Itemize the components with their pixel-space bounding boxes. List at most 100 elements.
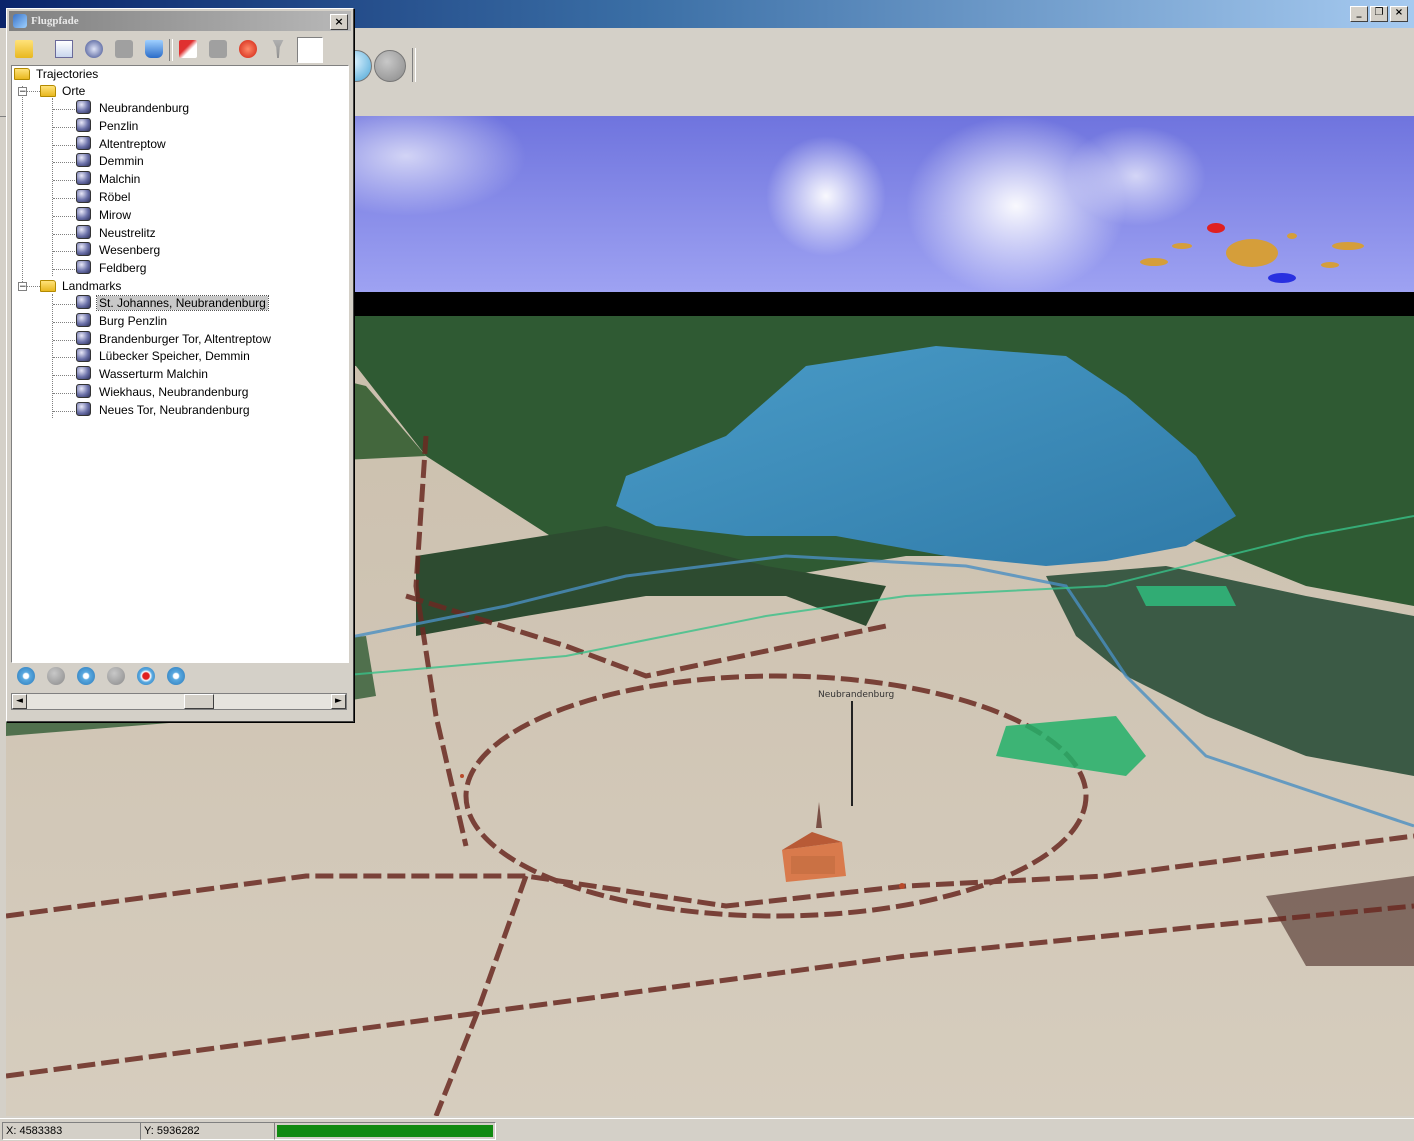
play-icon[interactable] — [17, 667, 35, 685]
tree-line — [53, 357, 75, 359]
tree-item-label: Malchin — [99, 172, 141, 187]
flugpfade-title-bar[interactable]: Flugpfade × — [9, 11, 351, 31]
horizontal-scrollbar[interactable]: ◄ ► — [11, 693, 347, 710]
stop-icon[interactable] — [107, 667, 125, 685]
x-coordinate: X: 4583383 — [2, 1122, 141, 1140]
tree-item-label: Penzlin — [99, 118, 139, 133]
scroll-right-button[interactable]: ► — [331, 694, 346, 709]
tree-root[interactable]: Trajectories — [14, 66, 100, 83]
record-icon[interactable] — [374, 50, 406, 82]
scroll-thumb[interactable] — [184, 694, 214, 709]
tree-item[interactable]: Wiekhaus, Neubrandenburg — [76, 384, 250, 401]
folder-icon — [40, 280, 56, 292]
tree-line — [53, 126, 75, 128]
globe-icon — [76, 189, 91, 203]
record-icon[interactable] — [137, 667, 155, 685]
tree-group-orte[interactable]: Orte — [40, 83, 87, 100]
expander-landmarks[interactable]: − — [18, 282, 27, 292]
document-icon[interactable] — [55, 40, 73, 58]
tree-item[interactable]: Brandenburger Tor, Altentreptow — [76, 330, 273, 348]
minimize-button[interactable]: _ — [1350, 6, 1368, 22]
globe-icon — [76, 384, 91, 398]
tree-item-label: Altentreptow — [99, 136, 166, 151]
tree-item[interactable]: Lübecker Speicher, Demmin — [76, 348, 252, 365]
globe-icon — [76, 224, 91, 239]
tree-item[interactable]: Feldberg — [76, 260, 148, 277]
tree-item[interactable]: Malchin — [76, 171, 142, 188]
forward-icon[interactable] — [77, 667, 95, 685]
tree-item[interactable]: Mirow — [76, 206, 133, 224]
globe-icon — [76, 330, 91, 345]
tree-item[interactable]: Burg Penzlin — [76, 312, 169, 330]
tree-item-label: Neues Tor, Neubrandenburg — [99, 402, 250, 417]
tree-line — [52, 294, 53, 418]
tree-item[interactable]: Neustrelitz — [76, 224, 158, 242]
bucket-icon[interactable] — [145, 40, 163, 58]
globe-icon — [76, 206, 91, 221]
tree-line — [53, 109, 75, 110]
tree-item[interactable]: Neues Tor, Neubrandenburg — [76, 401, 252, 419]
progress-bar — [274, 1122, 496, 1140]
y-coordinate: Y: 5936282 — [140, 1122, 275, 1140]
tree-item-label: Demmin — [99, 154, 144, 169]
globe-icon — [76, 153, 91, 168]
tree-item[interactable]: Penzlin — [76, 117, 140, 135]
tree-item-label: Mirow — [99, 207, 131, 222]
tree-item-label: Lübecker Speicher, Demmin — [99, 349, 250, 364]
tree-item-label: Wasserturm Malchin — [99, 367, 208, 382]
tree-line — [53, 144, 75, 146]
tree-item[interactable]: Wesenberg — [76, 242, 162, 259]
pause-icon[interactable] — [47, 667, 65, 685]
pencil-icon[interactable] — [179, 40, 197, 58]
tree-item-label: St. Johannes, Neubrandenburg — [96, 295, 269, 311]
flugpfade-window[interactable]: Flugpfade × Trajectories − Orte − Landma… — [6, 8, 354, 722]
restore-button[interactable]: ❐ — [1370, 6, 1388, 22]
scroll-left-button[interactable]: ◄ — [12, 694, 27, 709]
folder-open-icon[interactable] — [15, 40, 33, 58]
globe-icon — [76, 117, 91, 132]
tree-line — [53, 162, 75, 164]
layer-icon[interactable] — [115, 40, 133, 58]
trajectory-tree[interactable]: Trajectories − Orte − Landmarks Neubrand… — [11, 65, 349, 663]
folder-icon — [14, 68, 30, 80]
tree-item[interactable]: Wasserturm Malchin — [76, 366, 210, 383]
tree-line — [53, 304, 75, 305]
globe-icon — [76, 242, 91, 257]
tree-item[interactable]: St. Johannes, Neubrandenburg — [76, 295, 269, 312]
flugpfade-close-button[interactable]: × — [330, 14, 348, 30]
stop-icon[interactable] — [209, 40, 227, 58]
tree-line — [53, 180, 75, 182]
color-swatch[interactable] — [297, 37, 323, 63]
city-label: Neubrandenburg — [818, 690, 895, 700]
tree-item-label: Feldberg — [99, 261, 147, 276]
tree-group-landmarks[interactable]: Landmarks — [40, 278, 123, 295]
tree-line — [53, 251, 75, 253]
toolbar-separator — [412, 48, 416, 82]
gear-icon[interactable] — [85, 40, 103, 58]
tree-line — [53, 375, 75, 377]
tree-item-label: Wiekhaus, Neubrandenburg — [99, 385, 249, 399]
progress-fill — [277, 1125, 493, 1137]
loop-icon[interactable] — [167, 667, 185, 685]
tree-item[interactable]: Röbel — [76, 189, 132, 206]
delete-icon[interactable] — [239, 40, 257, 58]
tree-item-label: Wesenberg — [99, 243, 161, 258]
globe-icon — [76, 171, 91, 186]
globe-icon — [76, 295, 91, 309]
close-button[interactable]: × — [1390, 6, 1408, 22]
globe-icon — [76, 401, 91, 416]
window-controls: _ ❐ × — [1350, 6, 1408, 22]
globe-icon — [76, 312, 91, 327]
tree-item[interactable]: Altentreptow — [76, 135, 168, 153]
tree-line — [22, 86, 23, 282]
pin-icon[interactable] — [272, 40, 284, 58]
expander-orte[interactable]: − — [18, 87, 27, 97]
tree-item[interactable]: Demmin — [76, 153, 146, 170]
globe-icon — [76, 135, 91, 150]
tree-item-label: Neustrelitz — [99, 225, 156, 240]
tree-line — [53, 198, 75, 199]
tree-item-label: Röbel — [99, 190, 131, 204]
globe-icon — [76, 100, 91, 114]
tree-item[interactable]: Neubrandenburg — [76, 100, 191, 117]
status-bar: X: 4583383 Y: 5936282 — [0, 1118, 1414, 1141]
